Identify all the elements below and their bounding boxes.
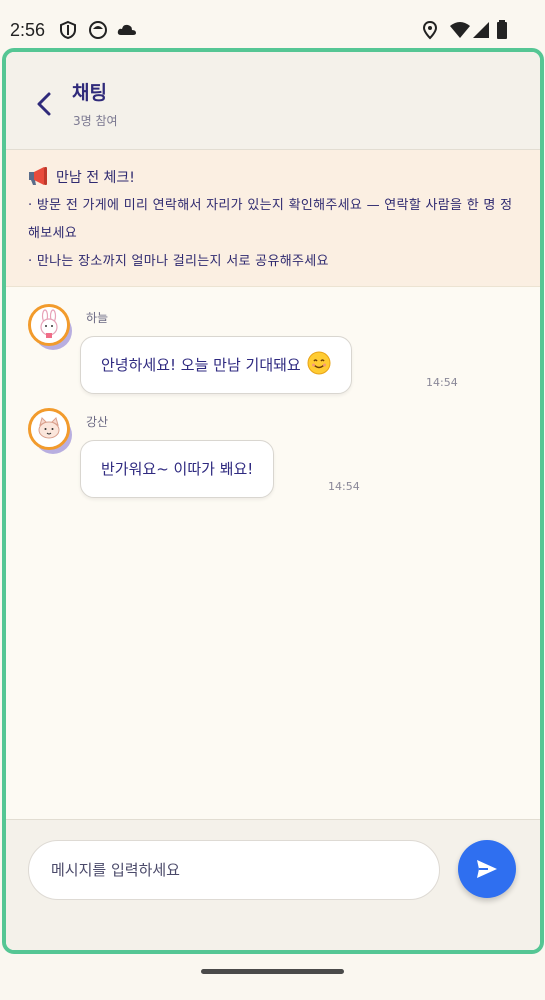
- send-button[interactable]: [458, 840, 516, 898]
- notice-title-text: 만남 전 체크!: [56, 170, 135, 186]
- notice-item: · 만나는 장소까지 얼마나 걸리는지 서로 공유해주세요: [28, 254, 329, 269]
- message-item: 강산 반가워요~ 이따가 봬요! 14:54: [6, 408, 540, 500]
- smile-emoji-icon: [307, 351, 331, 375]
- notice-item: · 방문 전 가게에 미리 연락해서 자리가 있는지 확인해주세요 — 연락할 …: [28, 198, 513, 241]
- avatar[interactable]: [28, 304, 72, 352]
- status-bar: 2:56: [0, 0, 545, 48]
- composer: [6, 819, 540, 950]
- status-time: 2:56: [10, 20, 46, 40]
- avatar[interactable]: [28, 408, 72, 456]
- shield-icon: [60, 20, 76, 40]
- chevron-left-icon[interactable]: [32, 90, 58, 118]
- cat-avatar-icon: [31, 411, 67, 447]
- message-input[interactable]: [28, 840, 440, 900]
- location-icon: [422, 20, 438, 40]
- message-item: 하늘 안녕하세요! 오늘 만남 기대돼요 14:54: [6, 304, 540, 396]
- megaphone-icon: [29, 167, 47, 185]
- bunny-avatar-icon: [31, 307, 67, 343]
- page-title: 채팅: [72, 82, 107, 104]
- message-text: 반가워요~ 이따가 봬요!: [101, 460, 254, 478]
- send-icon: [477, 860, 497, 878]
- cloud-icon: [117, 24, 136, 35]
- sender-name: 강산: [86, 415, 109, 429]
- message-bubble[interactable]: 안녕하세요! 오늘 만남 기대돼요: [80, 336, 352, 394]
- face-icon: [89, 21, 107, 39]
- wifi-icon: [450, 22, 470, 38]
- message-bubble[interactable]: 반가워요~ 이따가 봬요!: [80, 440, 275, 498]
- home-indicator[interactable]: [201, 969, 344, 974]
- sender-name: 하늘: [86, 311, 109, 325]
- message-text: 안녕하세요! 오늘 만남 기대돼요: [101, 356, 301, 374]
- message-time: 14:54: [426, 376, 458, 389]
- chat-header: 채팅 3명 참여: [6, 52, 540, 150]
- battery-icon: [497, 20, 507, 39]
- signal-icon: [473, 22, 489, 38]
- message-time: 14:54: [328, 480, 360, 493]
- message-list: 하늘 안녕하세요! 오늘 만남 기대돼요 14:54 강산 반가워요~ 이따가 …: [6, 288, 540, 818]
- notice-banner: 만남 전 체크! · 방문 전 가게에 미리 연락해서 자리가 있는지 확인해주…: [6, 150, 540, 287]
- participant-count: 3명 참여: [73, 114, 118, 128]
- notice-title: 만남 전 체크!: [28, 166, 135, 187]
- notice-list: · 방문 전 가게에 미리 연락해서 자리가 있는지 확인해주세요 — 연락할 …: [28, 192, 520, 276]
- app-frame: 채팅 3명 참여 만남 전 체크! · 방문 전 가게에 미리 연락해서 자리가…: [2, 48, 544, 954]
